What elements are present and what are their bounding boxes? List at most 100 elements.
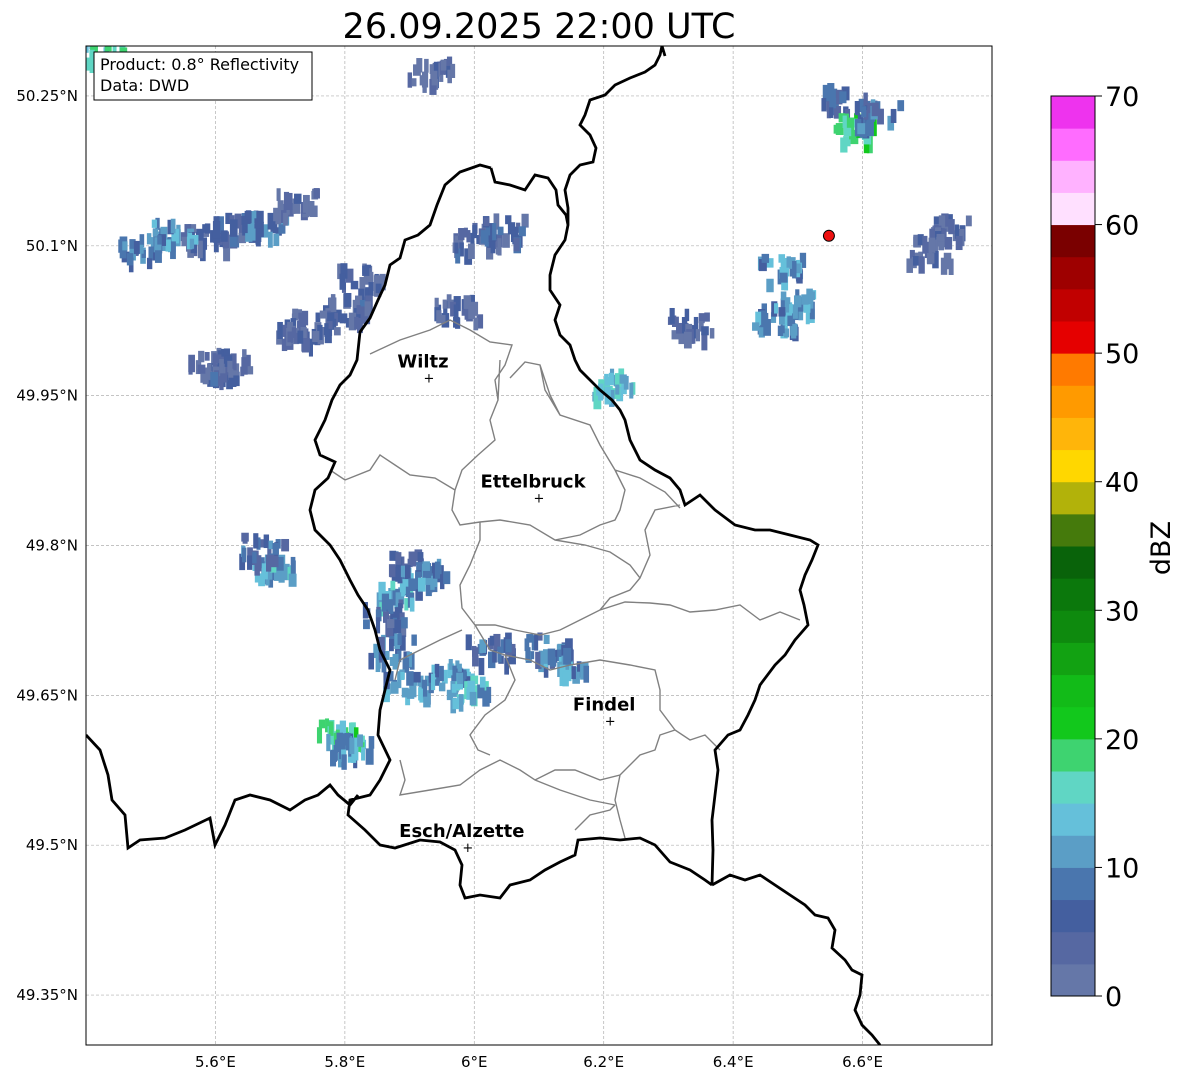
colorbar-swatch — [1051, 610, 1095, 643]
radar-pixel — [390, 580, 396, 591]
colorbar-tick-label: 20 — [1105, 725, 1139, 756]
radar-pixel — [861, 106, 867, 118]
radar-pixel — [763, 319, 771, 336]
radar-pixel — [318, 719, 326, 729]
radar-pixel — [543, 649, 549, 664]
colorbar-swatch — [1051, 481, 1095, 515]
radar-pixel — [386, 619, 395, 629]
colorbar-swatch — [1051, 867, 1095, 901]
radar-pixel — [866, 121, 871, 133]
radar-pixel — [339, 273, 346, 290]
radar-pixel — [912, 256, 919, 266]
radar-pixel — [448, 658, 453, 670]
city-label: Ettelbruck — [480, 472, 586, 493]
colorbar-swatches — [1051, 96, 1095, 997]
radar-pixel — [400, 671, 405, 681]
colorbar-swatch — [1051, 417, 1095, 451]
radar-pixel — [695, 329, 701, 342]
radar-pixel — [608, 372, 614, 386]
radar-pixel — [227, 360, 233, 373]
radar-pixel — [583, 665, 590, 683]
longitude-ticks: 5.6°E 5.8°E 6°E 6.2°E 6.4°E 6.6°E — [195, 1053, 883, 1071]
radar-pixel — [146, 257, 153, 270]
radar-pixel — [469, 691, 477, 706]
lon-tick-label: 6.6°E — [842, 1053, 883, 1071]
radar-pixel — [151, 219, 157, 228]
colorbar-swatch — [1051, 128, 1095, 161]
radar-pixel — [704, 312, 710, 322]
colorbar-swatch — [1051, 160, 1095, 193]
radar-pixel — [467, 243, 475, 260]
radar-pixel — [270, 554, 279, 568]
radar-pixel — [854, 100, 860, 116]
lon-tick-label: 5.6°E — [195, 1053, 236, 1071]
radar-pixel — [157, 235, 162, 245]
radar-pixel — [472, 655, 479, 667]
city-marker: + — [424, 372, 435, 387]
radar-pixel — [247, 555, 253, 570]
radar-pixel — [277, 321, 283, 340]
radar-pixel — [359, 277, 366, 289]
radar-pixel — [368, 736, 375, 749]
radar-pixel — [458, 228, 465, 241]
colorbar: 0 10 20 30 40 50 60 70 dBZ — [1050, 82, 1177, 1013]
radar-pixel — [537, 632, 543, 641]
radar-pixel — [385, 599, 392, 610]
colorbar-swatch — [1051, 385, 1095, 418]
colorbar-swatch — [1051, 321, 1095, 354]
colorbar-swatch — [1051, 674, 1095, 708]
radar-pixel — [447, 69, 452, 84]
radar-pixel — [843, 127, 852, 137]
city-marker: + — [462, 841, 473, 856]
radar-pixel — [246, 366, 254, 375]
radar-map-figure: 26.09.2025 22:00 UTC +Wiltz+Ettelbruck+F… — [16, 7, 1177, 1071]
colorbar-tick-label: 70 — [1105, 82, 1139, 113]
radar-pixel — [774, 303, 779, 314]
radar-site-dot — [822, 229, 835, 242]
radar-pixel — [922, 235, 928, 254]
radar-pixel — [778, 307, 786, 317]
radar-pixel — [784, 328, 790, 338]
radar-pixel — [120, 46, 127, 47]
radar-pixel — [188, 354, 195, 373]
radar-pixel — [223, 246, 231, 262]
radar-pixel — [241, 547, 247, 563]
radar-pixel — [268, 540, 274, 550]
radar-pixel — [709, 328, 715, 339]
radar-pixel — [350, 280, 359, 290]
radar-pixel — [452, 665, 457, 682]
radar-pixel — [906, 258, 913, 273]
radar-pixel — [356, 305, 361, 315]
radar-pixel — [543, 634, 550, 644]
radar-pixel — [803, 304, 811, 313]
radar-pixel — [394, 619, 402, 634]
radar-pixel — [518, 226, 526, 237]
radar-pixel — [405, 586, 411, 598]
radar-pixel — [400, 617, 408, 629]
radar-pixel — [412, 671, 421, 683]
colorbar-swatch — [1051, 288, 1095, 322]
radar-pixel — [277, 200, 284, 211]
radar-pixel — [253, 533, 259, 549]
radar-pixel — [81, 58, 86, 69]
radar-pixel — [362, 265, 370, 276]
radar-pixel — [465, 634, 472, 651]
radar-pixel — [133, 240, 140, 255]
radar-pixel — [467, 680, 476, 693]
radar-pixel — [833, 124, 841, 134]
radar-pixel — [404, 598, 409, 611]
radar-pixel — [365, 748, 374, 765]
radar-pixel — [497, 646, 502, 663]
radar-pixel — [327, 312, 335, 322]
radar-pixel — [438, 665, 444, 682]
radar-pixel — [220, 230, 228, 242]
radar-pixel — [436, 310, 442, 324]
radar-pixel — [357, 734, 363, 747]
radar-pixel — [240, 366, 245, 377]
radar-pixel — [871, 102, 879, 117]
radar-pixel — [245, 233, 253, 242]
radar-pixel — [328, 721, 334, 736]
info-product: Product: 0.8° Reflectivity — [100, 55, 299, 74]
map-area: +Wiltz+Ettelbruck+Findel+Esch/Alzette Pr… — [81, 45, 993, 1046]
radar-pixel — [792, 304, 798, 319]
